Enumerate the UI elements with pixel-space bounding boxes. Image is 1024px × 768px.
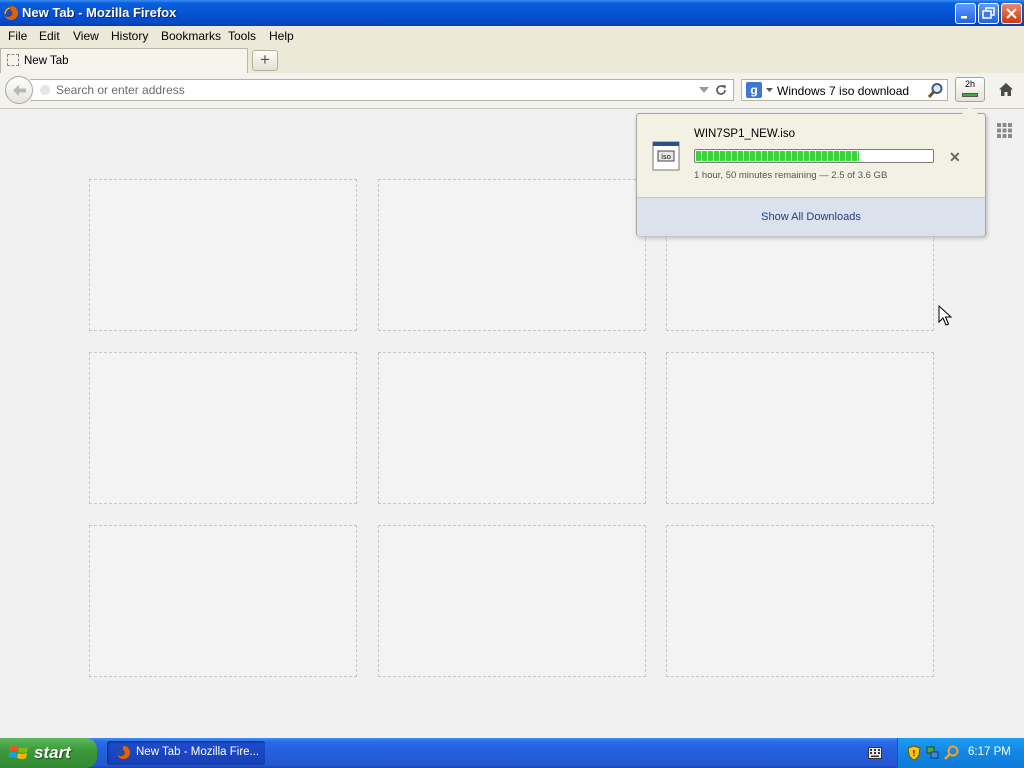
site-tile[interactable] — [378, 179, 646, 331]
menu-bookmarks[interactable]: Bookmarks — [161, 29, 221, 43]
close-icon — [1006, 8, 1017, 19]
site-tile[interactable] — [378, 352, 646, 504]
download-filename: WIN7SP1_NEW.iso — [694, 128, 795, 140]
home-icon[interactable] — [998, 82, 1014, 97]
tab-label: New Tab — [24, 55, 69, 67]
show-all-downloads-label: Show All Downloads — [761, 211, 861, 223]
windows-flag-icon — [9, 746, 28, 759]
taskbar-item-label: New Tab - Mozilla Fire... — [136, 746, 260, 758]
security-shield-icon[interactable]: ! — [907, 745, 921, 761]
menu-file[interactable]: File — [8, 29, 27, 43]
menu-tools[interactable]: Tools — [228, 29, 256, 43]
site-tile[interactable] — [666, 525, 934, 677]
mouse-cursor-icon — [938, 305, 952, 326]
keyboard-icon[interactable] — [868, 747, 882, 759]
start-label: start — [34, 743, 71, 762]
site-identity-icon[interactable] — [40, 85, 50, 95]
navigation-toolbar: g Windows 7 iso download 2h — [0, 73, 1024, 109]
taskbar-item-firefox[interactable]: New Tab - Mozilla Fire... — [107, 741, 265, 765]
site-tile[interactable] — [666, 352, 934, 504]
menu-history[interactable]: History — [111, 29, 148, 43]
network-icon[interactable] — [925, 745, 940, 760]
site-tile[interactable] — [89, 525, 357, 677]
tab-strip: New Tab + — [0, 46, 1024, 74]
svg-text:iso: iso — [661, 153, 671, 161]
blank-page-icon — [7, 54, 19, 66]
site-tile[interactable] — [89, 179, 357, 331]
download-progress-bar — [694, 149, 934, 163]
download-progress-fill — [696, 151, 859, 161]
site-tile[interactable] — [378, 525, 646, 677]
svg-text:!: ! — [912, 749, 916, 758]
menu-help[interactable]: Help — [269, 29, 294, 43]
grid-toggle-icon[interactable] — [997, 123, 1012, 138]
search-go-icon[interactable] — [927, 82, 944, 99]
plus-icon: + — [260, 50, 270, 69]
menu-bar: File Edit View History Bookmarks Tools H… — [0, 26, 1024, 46]
download-mini-progress — [962, 93, 978, 97]
downloads-panel: iso WIN7SP1_NEW.iso ✕ 1 hour, 50 minutes… — [636, 106, 986, 236]
site-tile[interactable] — [89, 352, 357, 504]
back-button[interactable] — [5, 76, 33, 104]
downloads-button[interactable]: 2h — [955, 77, 985, 102]
google-icon[interactable]: g — [746, 82, 762, 98]
history-dropdown-icon[interactable] — [698, 86, 710, 94]
system-tray: ! 6:17 PM — [897, 738, 1024, 768]
tab-new-tab[interactable]: New Tab — [0, 48, 248, 73]
reload-icon[interactable] — [714, 83, 728, 97]
search-input[interactable]: Windows 7 iso download — [777, 84, 909, 98]
minimize-button[interactable] — [955, 3, 976, 24]
download-time-remaining: 2h — [964, 79, 975, 89]
firefox-logo-icon — [4, 5, 19, 20]
address-bar[interactable] — [30, 79, 734, 101]
restore-button[interactable] — [978, 3, 999, 24]
download-status: 1 hour, 50 minutes remaining — 2.5 of 3.… — [694, 170, 888, 181]
window-title-bar[interactable]: New Tab - Mozilla Firefox — [0, 0, 1024, 26]
firefox-logo-icon — [116, 745, 131, 760]
taskbar-clock: 6:17 PM — [968, 746, 1011, 758]
panel-arrow — [962, 106, 978, 114]
minimize-icon — [961, 16, 967, 19]
search-engine-dropdown-icon[interactable] — [766, 88, 773, 93]
taskbar: start New Tab - Mozilla Fire... ! 6:17 P… — [0, 738, 1024, 768]
new-tab-button[interactable]: + — [252, 50, 278, 71]
menu-view[interactable]: View — [73, 29, 99, 43]
search-bar[interactable]: g Windows 7 iso download — [741, 79, 948, 101]
restore-icon — [982, 7, 995, 19]
back-arrow-icon — [13, 85, 26, 96]
window-title: New Tab - Mozilla Firefox — [22, 5, 177, 20]
search-tray-icon[interactable] — [944, 745, 959, 760]
cancel-download-button[interactable]: ✕ — [949, 149, 961, 166]
address-input[interactable] — [56, 82, 686, 98]
start-button[interactable]: start — [0, 738, 97, 768]
show-all-downloads-button[interactable]: Show All Downloads — [637, 197, 985, 236]
menu-edit[interactable]: Edit — [39, 29, 60, 43]
iso-file-icon: iso — [652, 141, 680, 171]
close-button[interactable] — [1001, 3, 1022, 24]
